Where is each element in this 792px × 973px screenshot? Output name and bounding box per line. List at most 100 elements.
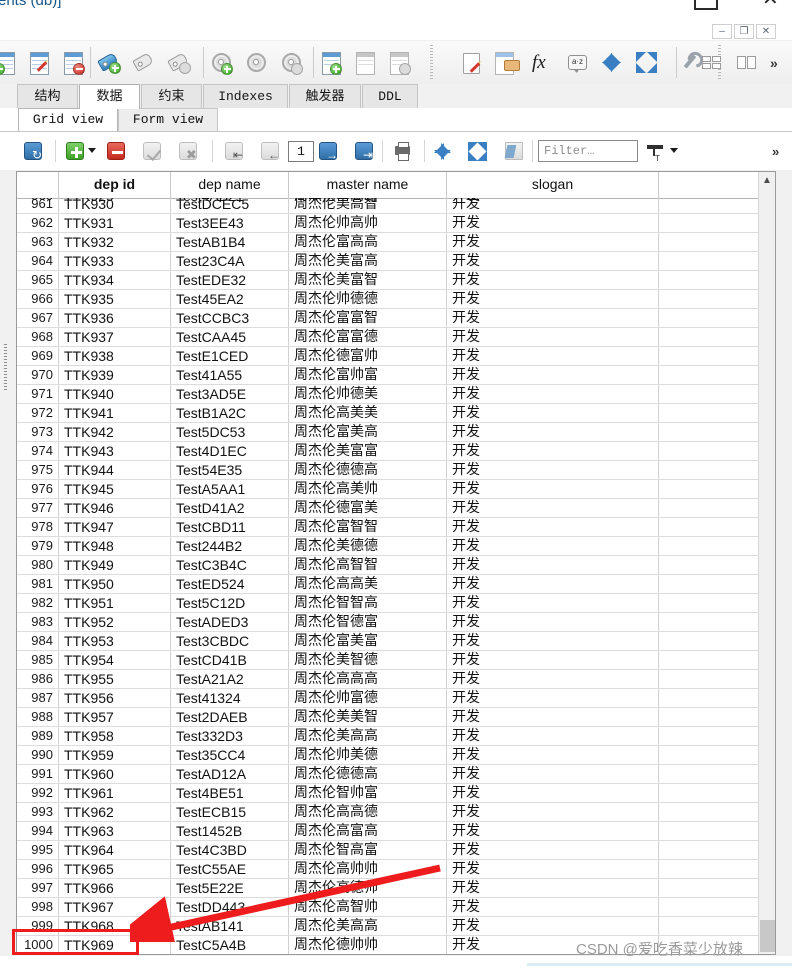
table-cell-rownum[interactable]: 986: [17, 670, 59, 688]
column-header-slogan[interactable]: slogan: [447, 172, 659, 198]
table-cell-slogan[interactable]: 开发: [447, 271, 659, 289]
table-cell-dep-name[interactable]: TestD41A2: [171, 499, 289, 517]
table-cell-master-name[interactable]: 周杰伦高帅帅: [289, 860, 447, 878]
table-cell-rownum[interactable]: 980: [17, 556, 59, 574]
table-cell-dep-id[interactable]: TTK967: [59, 898, 171, 916]
table-cell-slogan[interactable]: 开发: [447, 727, 659, 745]
table-cell-dep-name[interactable]: TestADED3: [171, 613, 289, 631]
grid-body[interactable]: 960TTK929Test4AB21周杰伦富高智开发961TTK930TestD…: [17, 198, 759, 954]
tab-ddl[interactable]: DDL: [362, 84, 418, 108]
table-cell-slogan[interactable]: 开发: [447, 594, 659, 612]
table-cell-rownum[interactable]: 963: [17, 233, 59, 251]
table-cell-dep-id[interactable]: TTK934: [59, 271, 171, 289]
table-cell-dep-id[interactable]: TTK960: [59, 765, 171, 783]
table-cell-dep-name[interactable]: Test3EE43: [171, 214, 289, 232]
table-cell-slogan[interactable]: 开发: [447, 860, 659, 878]
table-row[interactable]: 965 TTK934 TestEDE32 周杰伦美富智 开发: [17, 271, 759, 290]
table-cell-master-name[interactable]: 周杰伦高德帅: [289, 879, 447, 897]
close-button[interactable]: ✕: [756, 24, 776, 39]
table-cell-master-name[interactable]: 周杰伦美高智: [289, 198, 447, 213]
table-cell-slogan[interactable]: 开发: [447, 556, 659, 574]
table-cell-rownum[interactable]: 996: [17, 860, 59, 878]
table-cell-dep-name[interactable]: TestECB15: [171, 803, 289, 821]
table-cell-slogan[interactable]: 开发: [447, 879, 659, 897]
table-cell-dep-name[interactable]: TestA5AA1: [171, 480, 289, 498]
table-cell-master-name[interactable]: 周杰伦美美智: [289, 708, 447, 726]
execute-query-icon[interactable]: [493, 49, 521, 77]
table-cell-dep-id[interactable]: TTK949: [59, 556, 171, 574]
table-cell-master-name[interactable]: 周杰伦德富帅: [289, 347, 447, 365]
table-cell-master-name[interactable]: 周杰伦德富美: [289, 499, 447, 517]
table-cell-master-name[interactable]: 周杰伦富美高: [289, 423, 447, 441]
table-cell-master-name[interactable]: 周杰伦富富智: [289, 309, 447, 327]
scroll-up-arrow[interactable]: ▲: [759, 172, 775, 189]
add-record-dropdown[interactable]: [88, 148, 96, 153]
table-cell-master-name[interactable]: 周杰伦高高德: [289, 803, 447, 821]
tile-grid-icon[interactable]: [697, 49, 725, 77]
page-number-input[interactable]: 1: [288, 141, 314, 162]
rollback-button[interactable]: ✖: [176, 139, 200, 163]
column-header-dep-id[interactable]: dep id: [59, 172, 171, 198]
table-cell-rownum[interactable]: 979: [17, 537, 59, 555]
table-row[interactable]: 977 TTK946 TestD41A2 周杰伦德富美 开发: [17, 499, 759, 518]
table-cell-blank[interactable]: [659, 689, 759, 707]
vertical-scrollbar[interactable]: ▲: [758, 172, 775, 954]
table-row[interactable]: 987 TTK956 Test41324 周杰伦帅富德 开发: [17, 689, 759, 708]
table-cell-blank[interactable]: [659, 746, 759, 764]
table-cell-rownum[interactable]: 976: [17, 480, 59, 498]
table-cell-master-name[interactable]: 周杰伦美富富: [289, 442, 447, 460]
table-cell-dep-name[interactable]: Test54E35: [171, 461, 289, 479]
table-cell-dep-id[interactable]: TTK963: [59, 822, 171, 840]
table-cell-rownum[interactable]: 969: [17, 347, 59, 365]
table-row[interactable]: 971 TTK940 Test3AD5E 周杰伦帅德美 开发: [17, 385, 759, 404]
table-cell-dep-name[interactable]: Test45EA2: [171, 290, 289, 308]
table-cell-dep-name[interactable]: TestA21A2: [171, 670, 289, 688]
table-cell-slogan[interactable]: 开发: [447, 347, 659, 365]
first-page-button[interactable]: ⇤: [222, 139, 246, 163]
table-cell-slogan[interactable]: 开发: [447, 404, 659, 422]
table-row[interactable]: 967 TTK936 TestCCBC3 周杰伦富富智 开发: [17, 309, 759, 328]
table-cell-master-name[interactable]: 周杰伦美富智: [289, 271, 447, 289]
table-cell-dep-name[interactable]: Test244B2: [171, 537, 289, 555]
table-row[interactable]: 994 TTK963 Test1452B 周杰伦高富高 开发: [17, 822, 759, 841]
table-cell-dep-id[interactable]: TTK943: [59, 442, 171, 460]
minimize-button[interactable]: –: [712, 24, 732, 39]
column-header-rownum[interactable]: [17, 172, 59, 198]
table-cell-dep-id[interactable]: TTK952: [59, 613, 171, 631]
table-cell-dep-name[interactable]: Test4C3BD: [171, 841, 289, 859]
table-cell-blank[interactable]: [659, 841, 759, 859]
table-cell-dep-name[interactable]: Test5C12D: [171, 594, 289, 612]
table-cell-dep-id[interactable]: TTK935: [59, 290, 171, 308]
table-cell-master-name[interactable]: 周杰伦富高高: [289, 233, 447, 251]
new-table-icon[interactable]: [0, 49, 20, 77]
table-row[interactable]: 997 TTK966 Test5E22E 周杰伦高德帅 开发: [17, 879, 759, 898]
table-cell-rownum[interactable]: 987: [17, 689, 59, 707]
table-cell-blank[interactable]: [659, 233, 759, 251]
grid-toolbar-overflow-button[interactable]: »: [772, 144, 779, 159]
edit-index-icon[interactable]: [131, 49, 159, 77]
table-row[interactable]: 981 TTK950 TestED524 周杰伦高高美 开发: [17, 575, 759, 594]
table-cell-slogan[interactable]: 开发: [447, 214, 659, 232]
table-cell-dep-name[interactable]: Test35CC4: [171, 746, 289, 764]
table-cell-rownum[interactable]: 975: [17, 461, 59, 479]
table-row[interactable]: 961 TTK930 TestDCEC5 周杰伦美高智 开发: [17, 198, 759, 214]
table-cell-rownum[interactable]: 983: [17, 613, 59, 631]
function-icon[interactable]: fx: [528, 49, 556, 77]
table-cell-slogan[interactable]: 开发: [447, 803, 659, 821]
table-cell-dep-name[interactable]: TestAB1B4: [171, 233, 289, 251]
table-cell-dep-id[interactable]: TTK936: [59, 309, 171, 327]
table-cell-dep-id[interactable]: TTK958: [59, 727, 171, 745]
table-cell-master-name[interactable]: 周杰伦高高高: [289, 670, 447, 688]
table-cell-dep-name[interactable]: TestDCEC5: [171, 198, 289, 213]
next-page-button[interactable]: →: [316, 139, 340, 163]
table-row[interactable]: 973 TTK942 Test5DC53 周杰伦富美高 开发: [17, 423, 759, 442]
table-cell-dep-name[interactable]: TestCD41B: [171, 651, 289, 669]
delete-trigger-icon[interactable]: [386, 49, 414, 77]
sort-az-icon[interactable]: a·z: [563, 49, 591, 77]
table-cell-slogan[interactable]: 开发: [447, 252, 659, 270]
table-cell-blank[interactable]: [659, 917, 759, 935]
table-cell-slogan[interactable]: 开发: [447, 290, 659, 308]
table-cell-master-name[interactable]: 周杰伦高美美: [289, 404, 447, 422]
table-cell-slogan[interactable]: 开发: [447, 309, 659, 327]
table-cell-master-name[interactable]: 周杰伦美德德: [289, 537, 447, 555]
